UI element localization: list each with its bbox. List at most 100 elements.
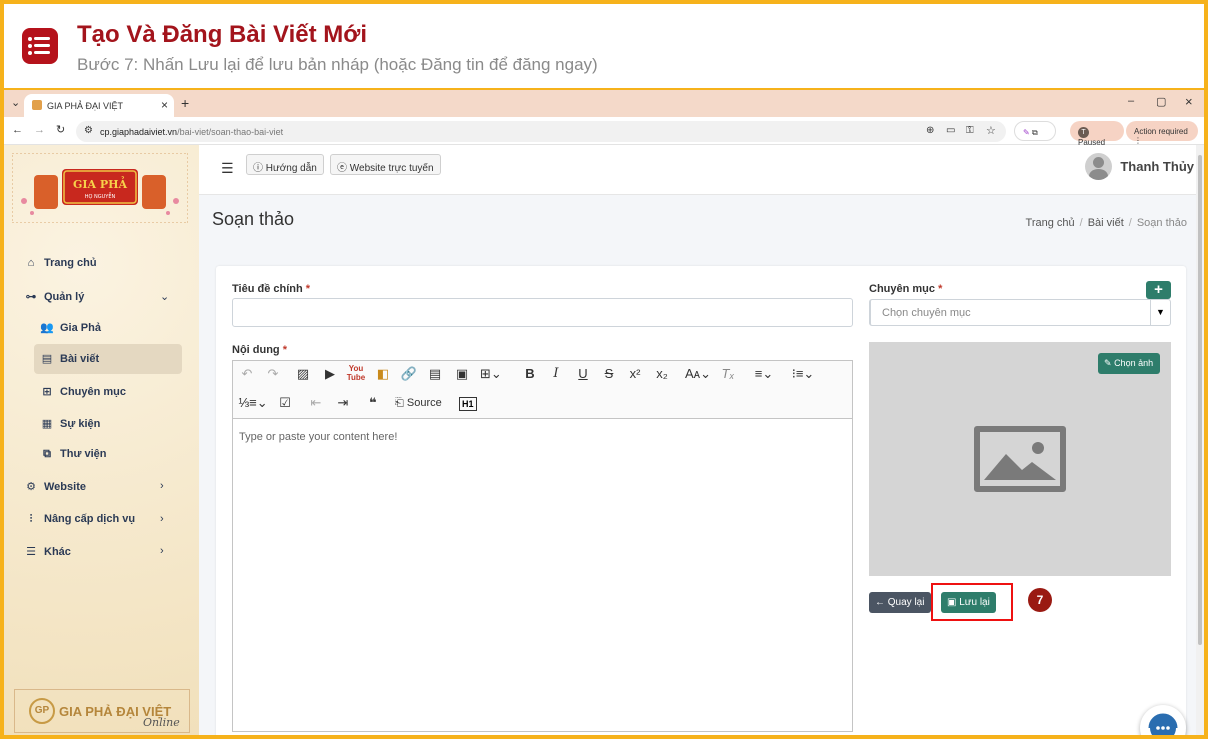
sidebar-item-nang-cap[interactable]: ⫶ Nâng cấp dịch vụ: [24, 513, 135, 526]
password-key-icon[interactable]: ⚿: [966, 125, 974, 136]
blockquote-icon[interactable]: ❝: [363, 395, 383, 411]
close-window-icon[interactable]: ×: [1185, 94, 1193, 109]
sitemap-icon: ⊶: [25, 291, 37, 303]
editor-placeholder[interactable]: Type or paste your content here!: [239, 431, 397, 443]
youtube-icon[interactable]: You Tube: [346, 364, 366, 382]
gia-pha-logo: GIA PHẢ HỌ NGUYỄN: [12, 153, 188, 223]
title-label: Tiêu đề chính *: [232, 283, 311, 295]
extensions-pill[interactable]: ✎ ⧉: [1014, 121, 1056, 141]
zoom-icon[interactable]: ⊕: [926, 125, 934, 136]
sidebar-item-gia-pha[interactable]: 👥 Gia Phả: [40, 321, 101, 334]
hamburger-menu-icon[interactable]: ☰: [221, 160, 234, 177]
numbered-list-icon[interactable]: ⅓≡⌄: [237, 395, 269, 411]
link-icon[interactable]: 🔗: [399, 366, 419, 382]
sidebar-item-chuyen-muc[interactable]: ⊞ Chuyên mục: [40, 385, 126, 398]
superscript-icon[interactable]: x²: [625, 366, 645, 381]
tab-list-chevron-icon[interactable]: ⌄: [11, 96, 20, 109]
chevron-right-icon[interactable]: ›: [160, 513, 164, 525]
underline-icon[interactable]: U: [573, 366, 593, 381]
menu-icon: ☰: [26, 546, 36, 558]
sidebar-item-su-kien[interactable]: ▦ Sự kiện: [40, 417, 101, 430]
gear-icon: ⚙: [26, 481, 36, 493]
category-placeholder: Chọn chuyên mục: [882, 307, 971, 319]
category-select[interactable]: Chọn chuyên mục ▼: [869, 299, 1171, 326]
forward-arrow-icon[interactable]: →: [34, 124, 45, 136]
title-input[interactable]: [232, 298, 853, 327]
sidebar-item-label: Gia Phả: [60, 322, 101, 334]
sidebar-item-trang-chu[interactable]: ⌂ Trang chủ: [24, 257, 97, 269]
bold-icon[interactable]: B: [520, 366, 540, 381]
browser-address-bar: ← → ↻ ⚙ cp.giaphadaiviet.vn/bai-viet/soa…: [4, 117, 1204, 147]
heading-h1-icon[interactable]: H1: [459, 397, 477, 411]
font-size-icon[interactable]: Aᴀ⌄: [683, 366, 713, 382]
align-icon[interactable]: ≡⌄: [749, 366, 779, 382]
url-field[interactable]: ⚙ cp.giaphadaiviet.vn/bai-viet/soan-thao…: [76, 121, 1006, 142]
breadcrumb-home[interactable]: Trang chủ: [1026, 217, 1075, 229]
todo-list-icon[interactable]: ☑: [275, 395, 295, 411]
table-icon[interactable]: ⊞⌄: [480, 366, 502, 382]
avatar[interactable]: [1085, 153, 1112, 180]
sidebar-item-quan-ly[interactable]: ⊶ Quản lý: [24, 290, 85, 303]
italic-icon[interactable]: I: [546, 366, 566, 381]
undo-icon[interactable]: ↶: [237, 366, 257, 382]
footer-logo: GP GIA PHẢ ĐẠI VIỆT Online: [14, 689, 190, 733]
close-tab-icon[interactable]: ×: [161, 98, 168, 112]
sidebar-item-thu-vien[interactable]: ⧉ Thư viện: [40, 448, 106, 461]
subscript-icon[interactable]: x₂: [652, 366, 672, 381]
chevron-down-icon[interactable]: ⌄: [160, 290, 169, 303]
maximize-icon[interactable]: ▢: [1156, 95, 1166, 108]
template-icon[interactable]: ▣: [452, 366, 472, 382]
banner-title: Tạo Và Đăng Bài Viết Mới: [77, 21, 368, 48]
minimize-icon[interactable]: –: [1128, 95, 1134, 107]
sidebar-item-website[interactable]: ⚙ Website: [24, 480, 86, 493]
audio-icon[interactable]: ◧: [373, 366, 393, 382]
reload-icon[interactable]: ↻: [56, 123, 65, 136]
newspaper-icon: ▤: [41, 353, 53, 365]
outdent-icon[interactable]: ⇤: [306, 395, 326, 411]
sidebar: GIA PHẢ HỌ NGUYỄN ⌂ Trang chủ ⊶ Quản lý ⌄ …: [4, 145, 199, 735]
home-icon: ⌂: [27, 257, 35, 269]
source-button[interactable]: ⎗ Source: [395, 397, 442, 410]
indent-icon[interactable]: ⇥: [333, 395, 353, 411]
cast-icon[interactable]: ▭: [946, 125, 955, 136]
guide-button[interactable]: ⓘ Hướng dẫn: [246, 154, 324, 175]
guide-label: Hướng dẫn: [265, 163, 317, 174]
content-label: Nội dung *: [232, 344, 287, 356]
info-icon: ⓘ: [253, 163, 263, 174]
scrollbar-thumb[interactable]: [1198, 155, 1202, 645]
main-content: Soạn thảo Trang chủ / Bài viết / Soạn thảo T…: [199, 195, 1204, 735]
browser-icon: ⓔ: [337, 163, 347, 174]
browser-tab[interactable]: GIA PHẢ ĐẠI VIỆT ×: [24, 94, 174, 117]
choose-image-button[interactable]: ✎ Chọn ảnh: [1098, 353, 1160, 374]
back-label: Quay lại: [887, 597, 925, 608]
bulleted-list-icon[interactable]: ⁝≡⌄: [788, 366, 818, 382]
breadcrumb-bai-viet[interactable]: Bài viết: [1088, 217, 1124, 229]
chevron-right-icon[interactable]: ›: [160, 545, 164, 557]
remove-format-icon[interactable]: Tₓ: [718, 366, 738, 381]
dropdown-arrow-icon[interactable]: ▼: [1150, 300, 1170, 325]
redo-icon[interactable]: ↷: [263, 366, 283, 382]
featured-image-box[interactable]: ✎ Chọn ảnh: [869, 342, 1171, 576]
tutorial-banner: Tạo Và Đăng Bài Viết Mới Bước 7: Nhấn Lư…: [4, 4, 1204, 90]
insert-image-icon[interactable]: ▨: [293, 366, 313, 382]
page-scrollbar[interactable]: [1196, 145, 1204, 735]
bookmark-star-icon[interactable]: ☆: [986, 124, 996, 137]
insert-video-icon[interactable]: ▶: [320, 366, 340, 382]
profile-paused-button[interactable]: T Paused: [1070, 121, 1124, 147]
chevron-right-icon[interactable]: ›: [160, 480, 164, 492]
document-icon[interactable]: ▤: [425, 366, 445, 382]
browser-tab-bar: ⌄ GIA PHẢ ĐẠI VIỆT × + – ▢ ×: [4, 90, 1204, 117]
back-button[interactable]: ← Quay lại: [869, 592, 931, 613]
website-online-button[interactable]: ⓔ Website trực tuyến: [330, 154, 441, 175]
new-tab-icon[interactable]: +: [181, 95, 189, 111]
chat-support-button[interactable]: [1140, 705, 1186, 735]
site-info-icon[interactable]: ⚙: [84, 125, 93, 136]
user-name[interactable]: Thanh Thủy: [1120, 159, 1194, 174]
back-arrow-icon[interactable]: ←: [12, 124, 23, 136]
action-required-button[interactable]: Action required ⋮: [1126, 121, 1198, 145]
strikethrough-icon[interactable]: S: [599, 366, 619, 381]
add-category-button[interactable]: +: [1146, 281, 1171, 299]
sidebar-item-bai-viet[interactable]: ▤ Bài viết: [34, 344, 182, 374]
sidebar-item-khac[interactable]: ☰ Khác: [24, 545, 71, 558]
footer-logo-sub: Online: [143, 716, 180, 729]
